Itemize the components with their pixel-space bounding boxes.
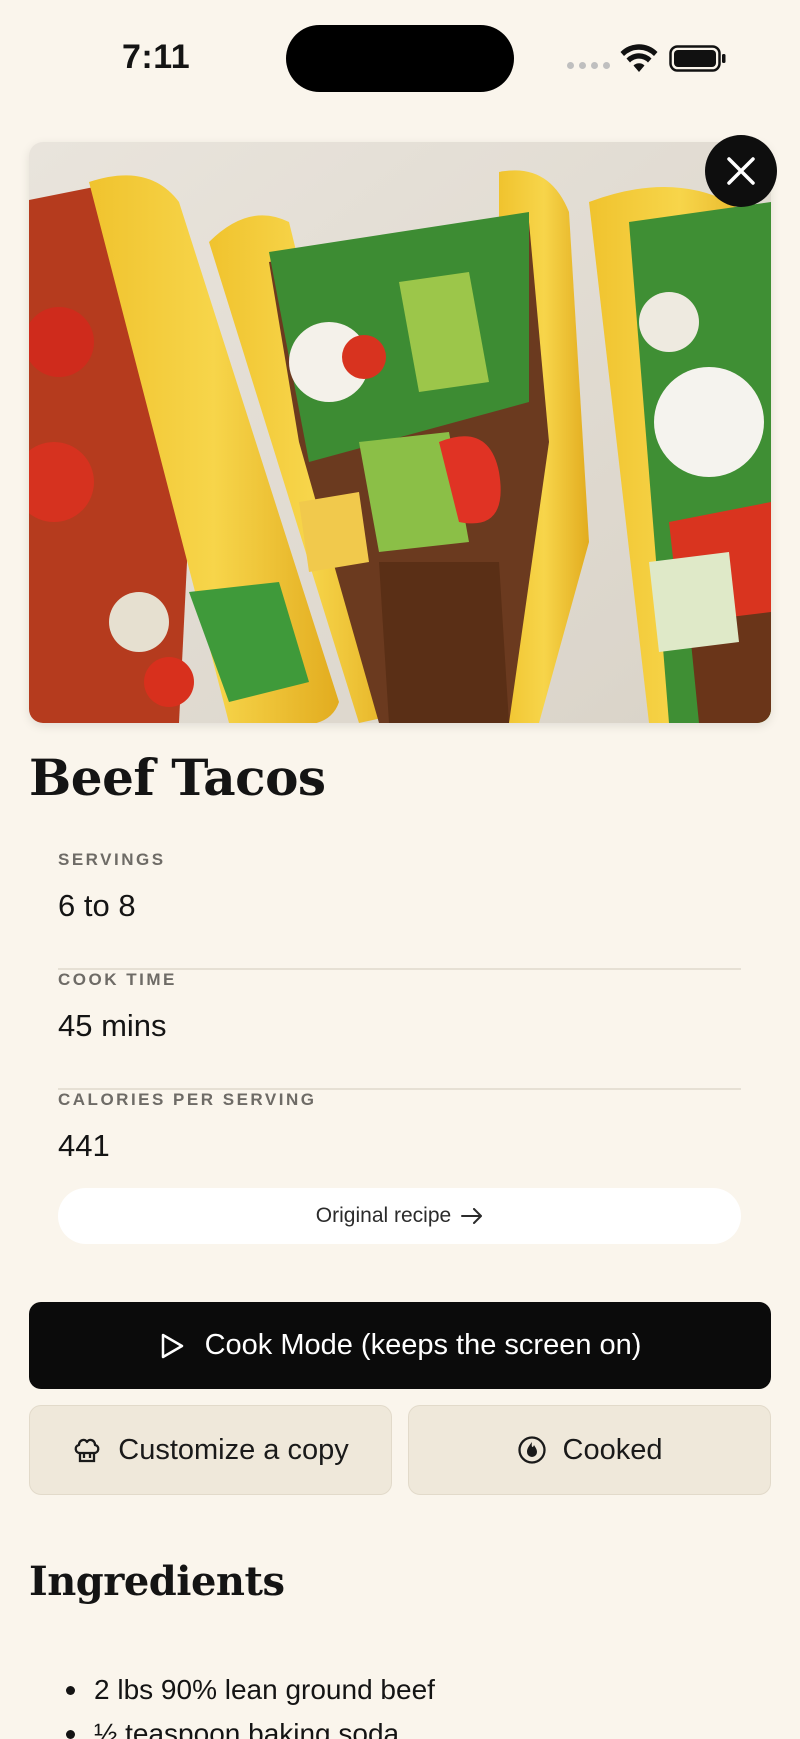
close-icon (727, 157, 755, 185)
ingredients-heading: Ingredients (29, 1558, 285, 1605)
recipe-info: SERVINGS 6 to 8 COOK TIME 45 mins CALORI… (58, 850, 741, 1210)
battery-icon (669, 45, 726, 72)
status-bar: 7:11 (0, 0, 800, 118)
cellular-signal-icon (567, 62, 610, 69)
info-value: 6 to 8 (58, 888, 136, 923)
recipe-title: Beef Tacos (29, 748, 326, 807)
close-button[interactable] (705, 135, 777, 207)
customize-copy-button[interactable]: Customize a copy (29, 1405, 392, 1495)
cook-mode-button[interactable]: Cook Mode (keeps the screen on) (29, 1302, 771, 1389)
info-value: 45 mins (58, 1008, 167, 1043)
flame-icon (517, 1436, 546, 1464)
info-label: COOK TIME (58, 970, 177, 989)
ingredient-item: ½ teaspoon baking soda (58, 1716, 758, 1739)
info-value: 441 (58, 1128, 110, 1163)
recipe-screen: 7:11 Beef Tacos SERVINGS 6 to 8 COOK TIM… (0, 0, 800, 1739)
recipe-hero-image (29, 142, 771, 723)
original-recipe-label: Original recipe (315, 1204, 452, 1227)
info-label: SERVINGS (58, 850, 166, 869)
ingredient-item: 2 lbs 90% lean ground beef (58, 1672, 758, 1716)
arrow-right-icon (461, 1208, 483, 1224)
tacos-illustration (29, 142, 771, 723)
ingredients-list: 2 lbs 90% lean ground beef ½ teaspoon ba… (58, 1672, 758, 1739)
wifi-icon (620, 44, 658, 72)
cook-mode-label: Cook Mode (keeps the screen on) (204, 1329, 642, 1361)
info-cook-time: COOK TIME 45 mins (58, 970, 741, 1090)
info-label: CALORIES PER SERVING (58, 1090, 317, 1109)
status-time: 7:11 (122, 38, 191, 76)
customize-label: Customize a copy (118, 1433, 349, 1466)
original-recipe-link[interactable]: Original recipe (58, 1188, 741, 1244)
play-icon (161, 1333, 183, 1358)
info-servings: SERVINGS 6 to 8 (58, 850, 741, 970)
cooked-label: Cooked (562, 1433, 663, 1466)
dynamic-island (286, 25, 514, 92)
cooked-button[interactable]: Cooked (408, 1405, 771, 1495)
chef-hat-icon (74, 1438, 100, 1463)
